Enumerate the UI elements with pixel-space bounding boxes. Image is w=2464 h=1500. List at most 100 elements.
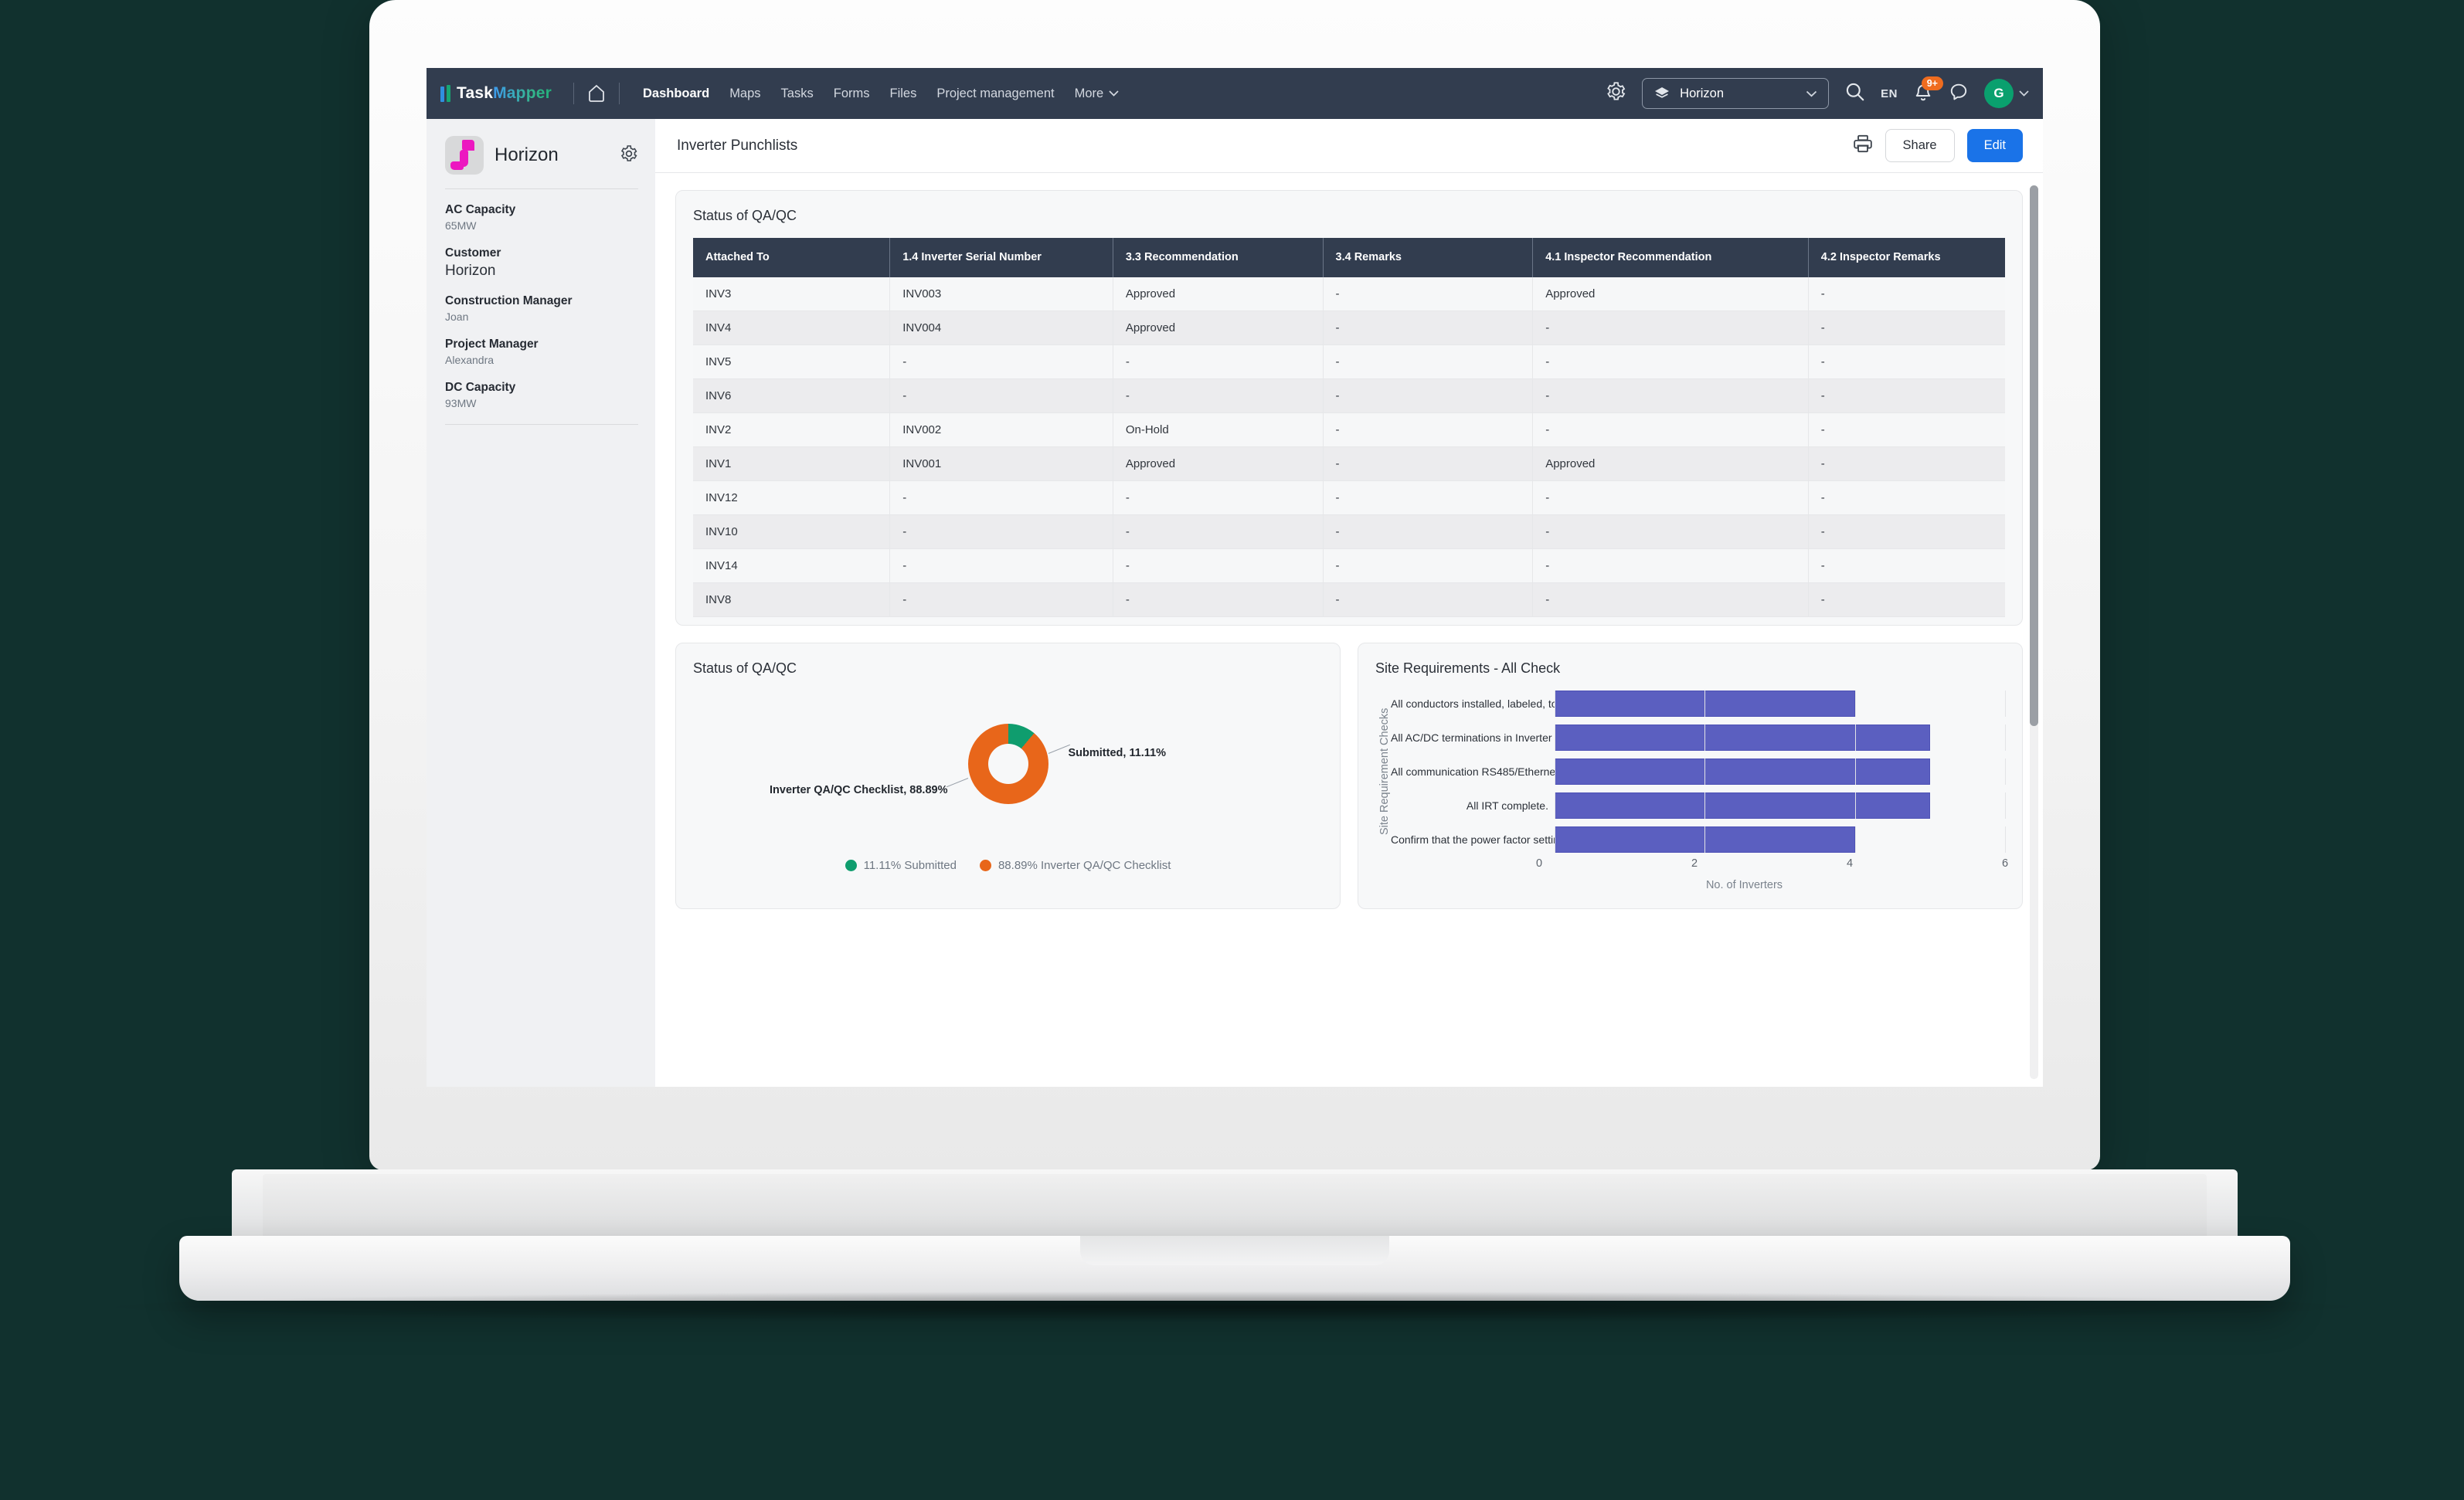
project-selector[interactable]: Horizon	[1642, 78, 1830, 109]
sidebar-field-label: AC Capacity	[445, 203, 516, 216]
project-map-thumbnail-icon	[445, 136, 484, 175]
table-cell: -	[1113, 378, 1324, 414]
col-remarks[interactable]: 3.4 Remarks	[1323, 238, 1534, 278]
gear-icon[interactable]	[1606, 81, 1626, 106]
search-icon[interactable]	[1844, 81, 1865, 106]
table-cell: Approved	[1532, 277, 1809, 312]
bar-track	[1555, 691, 2006, 718]
table-cell: INV002	[889, 412, 1113, 448]
sidebar-field-value: Joan	[445, 311, 469, 323]
col-inspector-recommendation[interactable]: 4.1 Inspector Recommendation	[1532, 238, 1809, 278]
table-cell: -	[1808, 344, 2005, 380]
qaqc-table-card: Status of QA/QC Attached To 1.4 Inverter…	[675, 190, 2023, 626]
table-row[interactable]: INV2 INV002 On-Hold - - -	[693, 412, 2005, 448]
table-cell: INV5	[693, 344, 891, 380]
table-cell: -	[1532, 514, 1809, 550]
bar-row: All communication RS485/Ethernet c	[1391, 758, 2006, 786]
bar-chart-xaxis: 0 2 4 6	[1375, 857, 2009, 874]
table-cell: -	[1532, 582, 1809, 618]
col-inspector-remarks[interactable]: 4.2 Inspector Remarks	[1808, 238, 2005, 278]
nav-link-dashboard[interactable]: Dashboard	[643, 87, 709, 101]
nav-link-files[interactable]: Files	[889, 87, 916, 101]
sidebar-field-label: Customer	[445, 246, 501, 260]
legend-label: 11.11% Submitted	[863, 859, 957, 873]
content-scroll-area[interactable]: Status of QA/QC Attached To 1.4 Inverter…	[655, 173, 2043, 1087]
laptop-keyboard	[263, 1174, 2207, 1242]
col-recommendation[interactable]: 3.3 Recommendation	[1113, 238, 1324, 278]
table-cell: -	[889, 480, 1113, 516]
table-cell: -	[889, 548, 1113, 584]
nav-links: Dashboard Maps Tasks Forms Files Project…	[643, 87, 1119, 101]
table-cell: -	[889, 344, 1113, 380]
nav-more-menu[interactable]: More	[1075, 87, 1120, 101]
table-cell: INV3	[693, 277, 891, 312]
table-cell: -	[1808, 311, 2005, 346]
chat-bubble-icon[interactable]	[1949, 82, 1969, 106]
table-cell: -	[1323, 446, 1534, 482]
table-row[interactable]: INV4 INV004 Approved - - -	[693, 311, 2005, 346]
table-cell: -	[1532, 378, 1809, 414]
bar-fill[interactable]	[1555, 826, 1855, 854]
brand-logo[interactable]: TaskMapper	[440, 84, 562, 103]
table-body: INV3 INV003 Approved - Approved - INV4 INV004 Ap…	[693, 277, 2005, 618]
bar-row: All IRT complete.	[1391, 792, 2006, 820]
bar-category-label: Confirm that the power factor setting	[1391, 833, 1555, 847]
screenshot-stage: TaskMapper Dashboard Maps Tasks Forms Fi…	[0, 0, 2464, 1500]
table-row[interactable]: INV3 INV003 Approved - Approved -	[693, 277, 2005, 312]
table-row[interactable]: INV1 INV001 Approved - Approved -	[693, 446, 2005, 482]
table-cell: -	[1113, 514, 1324, 550]
table-cell: Approved	[1113, 277, 1324, 312]
table-cell: -	[1532, 311, 1809, 346]
print-icon[interactable]	[1853, 134, 1873, 158]
table-cell: -	[1323, 582, 1534, 618]
table-cell: Approved	[1113, 311, 1324, 346]
table-cell: -	[1323, 548, 1534, 584]
brand-text: TaskMapper	[457, 84, 552, 103]
bar-row: All conductors installed, labeled, torq	[1391, 691, 2006, 718]
site-requirements-card: Site Requirements - All Check Site Requi…	[1358, 643, 2023, 910]
language-selector[interactable]: EN	[1881, 87, 1898, 100]
donut-leader-line-right	[1048, 744, 1070, 755]
legend-item-checklist[interactable]: 88.89% Inverter QA/QC Checklist	[979, 859, 1171, 872]
bar-fill[interactable]	[1555, 792, 1930, 820]
table-cell: INV12	[693, 480, 891, 516]
table-row[interactable]: INV6- - - - -	[693, 378, 2005, 414]
qaqc-donut-card: Status of QA/QC Submitted, 11.11% Invert…	[675, 643, 1341, 910]
table-row[interactable]: INV14- - - - -	[693, 548, 2005, 584]
bar-fill[interactable]	[1555, 725, 1930, 752]
home-icon[interactable]	[585, 82, 608, 105]
xaxis-spacer	[1375, 857, 1539, 874]
notification-badge: 9+	[1921, 76, 1943, 91]
donut-chart-title: Status of QA/QC	[693, 660, 797, 677]
bar-chart: Site Requirement Checks All conductors i…	[1375, 691, 2006, 854]
xaxis-tick-label: 6	[2001, 857, 2009, 870]
table-row[interactable]: INV8- - - - -	[693, 582, 2005, 618]
edit-button[interactable]: Edit	[1966, 129, 2023, 162]
table-cell: Approved	[1532, 446, 1809, 482]
share-button[interactable]: Share	[1885, 129, 1955, 162]
table-row[interactable]: INV10- - - - -	[693, 514, 2005, 550]
table-row[interactable]: INV12- - - - -	[693, 480, 2005, 516]
nav-link-maps[interactable]: Maps	[729, 87, 760, 101]
bar-fill[interactable]	[1555, 691, 1855, 718]
scrollbar-thumb[interactable]	[2030, 185, 2038, 726]
col-inverter-serial-number[interactable]: 1.4 Inverter Serial Number	[889, 238, 1113, 278]
bar-fill[interactable]	[1555, 758, 1930, 786]
table-cell: -	[1808, 446, 2005, 482]
user-menu[interactable]: G	[1984, 79, 2029, 108]
nav-link-forms[interactable]: Forms	[834, 87, 870, 101]
table-row[interactable]: INV5- - - - -	[693, 344, 2005, 380]
col-attached-to[interactable]: Attached To	[693, 238, 891, 278]
nav-link-tasks[interactable]: Tasks	[781, 87, 814, 101]
xaxis-tick-label: 2	[1691, 857, 1698, 870]
gear-icon[interactable]	[620, 144, 638, 167]
table-cell: -	[1808, 582, 2005, 618]
notifications-button[interactable]: 9+	[1913, 76, 1943, 104]
laptop-notch	[1080, 1236, 1389, 1265]
nav-link-project-management[interactable]: Project management	[936, 87, 1054, 101]
table-cell: -	[1808, 378, 2005, 414]
legend-item-submitted[interactable]: 11.11% Submitted	[845, 859, 957, 872]
main-content: Inverter Punchlists Share Edit Status of…	[655, 119, 2043, 1087]
sidebar-project-name: Horizon	[494, 144, 559, 165]
qaqc-table: Attached To 1.4 Inverter Serial Number 3…	[693, 238, 2005, 618]
